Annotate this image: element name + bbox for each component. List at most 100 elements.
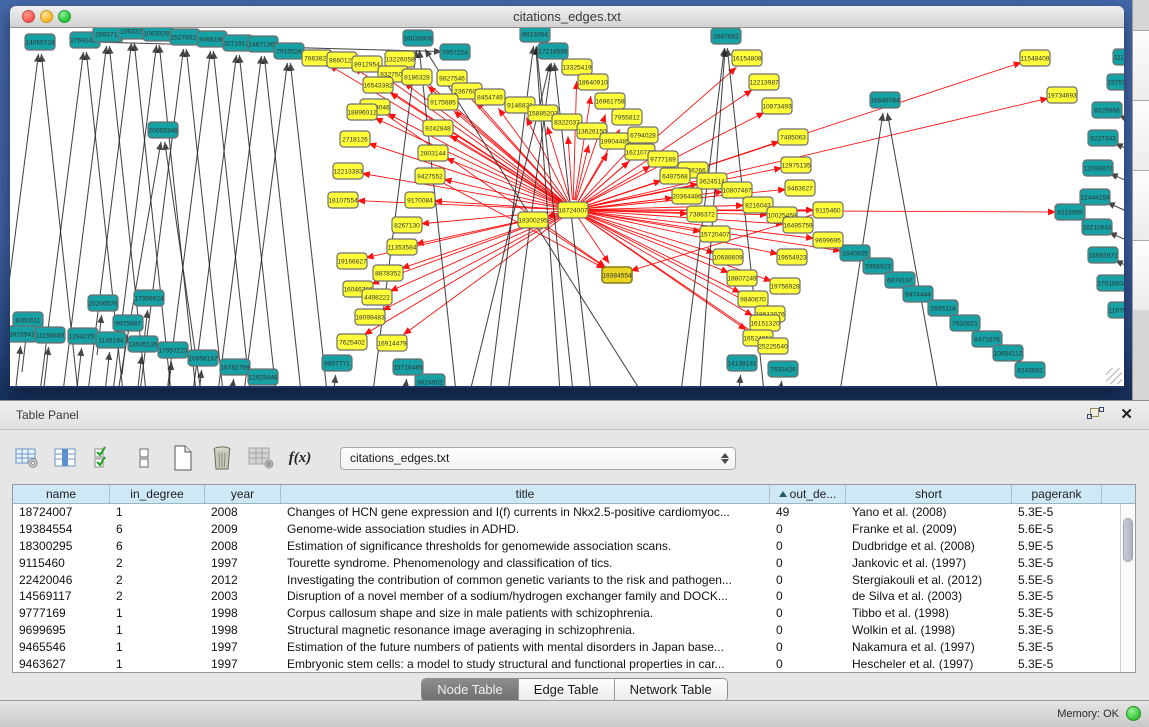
table-cell[interactable]: 5.3E-5 [1012,639,1102,656]
graph-node[interactable]: 9975887 [113,315,143,331]
graph-node[interactable]: 17016504 [1097,275,1124,291]
graph-node[interactable]: 7485063 [778,129,808,145]
table-cell[interactable]: 2 [110,572,205,589]
table-cell[interactable]: 0 [770,639,846,656]
table-cell[interactable]: 5.6E-5 [1012,521,1102,538]
graph-node[interactable]: 16033809 [403,30,433,46]
table-row[interactable]: 911546021997Tourette syndrome. Phenomeno… [13,555,1135,572]
table-cell[interactable]: 1 [110,622,205,639]
graph-node[interactable]: 16154808 [732,50,762,66]
table-cell[interactable]: 2008 [205,538,281,555]
column-header-in-degree[interactable]: in_degree [110,485,205,503]
graph-node[interactable]: 10807487 [722,182,752,198]
table-cell[interactable]: 5.9E-5 [1012,538,1102,555]
table-cell[interactable]: Disruption of a novel member of a sodium… [281,588,770,605]
graph-node[interactable]: 10958167 [188,350,218,366]
table-cell[interactable]: 1998 [205,622,281,639]
graph-node[interactable]: 25225540 [758,338,788,354]
graph-node[interactable]: 12923446 [248,369,278,385]
graph-node[interactable]: 9170084 [405,192,435,208]
graph-node[interactable]: 2718126 [340,131,370,147]
graph-node[interactable]: 19756928 [770,278,800,294]
graph-node[interactable]: 12975135 [781,157,811,173]
table-cell[interactable]: 9115460 [13,555,110,572]
graph-node[interactable]: 6794028 [628,127,658,143]
graph-node[interactable]: 16782759 [220,359,250,375]
table-cell[interactable]: 5.3E-5 [1012,588,1102,605]
graph-node[interactable]: 13505135 [128,336,158,352]
graph-node[interactable]: 11548408 [1020,50,1050,66]
network-window[interactable]: citations_edges.txt 18724007140557242769… [10,6,1124,388]
graph-node[interactable]: 11675345 [1108,302,1124,318]
graph-node[interactable]: 1145194 [96,332,126,348]
graph-node[interactable]: 2935114 [928,300,958,316]
float-panel-icon[interactable] [1087,407,1105,423]
graph-node[interactable]: 9227343 [1088,130,1118,146]
graph-node[interactable]: 16961758 [595,93,625,109]
graph-node[interactable]: 11156869 [35,327,65,343]
graph-node[interactable]: 17359924 [134,290,164,306]
table-select-dropdown[interactable]: citations_edges.txt [340,447,736,470]
table-cell[interactable]: 0 [770,538,846,555]
graph-node[interactable]: 15720407 [700,226,730,242]
graph-node[interactable]: 4498222 [362,289,392,305]
column-header-name[interactable]: name [13,485,110,503]
table-cell[interactable]: Stergiakouli et al. (2012) [846,572,1012,589]
table-row[interactable]: 1938455462009Genome-wide association stu… [13,521,1135,538]
graph-node[interactable]: 2887682 [711,28,741,44]
clear-selection-icon[interactable] [131,445,157,471]
table-row[interactable]: 1830029562008Estimation of significance … [13,538,1135,555]
graph-node[interactable]: 11353584 [387,239,417,255]
table-cell[interactable]: 1997 [205,656,281,672]
table-cell[interactable]: 1 [110,656,205,672]
table-cell[interactable]: 49 [770,504,846,521]
graph-node[interactable]: 9474444 [903,286,933,302]
graph-node[interactable]: 13226058 [385,51,415,67]
table-cell[interactable]: Tibbo et al. (1998) [846,605,1012,622]
table-cell[interactable]: 0 [770,605,846,622]
table-cell[interactable]: Wolkin et al. (1998) [846,622,1012,639]
graph-node[interactable]: 2803144 [418,145,448,161]
graph-node[interactable]: 7386372 [687,206,717,222]
graph-node-selected[interactable]: 19384554 [602,267,632,283]
table-cell[interactable]: 5.3E-5 [1012,605,1102,622]
network-window-titlebar[interactable]: citations_edges.txt [10,6,1124,28]
table-cell[interactable]: 5.3E-5 [1012,656,1102,672]
graph-node[interactable]: 18099483 [355,309,385,325]
graph-node[interactable]: 9329966 [1092,102,1122,118]
table-row[interactable]: 1872400712008Changes of HCN gene express… [13,504,1135,521]
graph-node[interactable]: 9840670 [738,291,768,307]
graph-node[interactable]: 7533426 [768,361,798,377]
table-cell[interactable]: Structural magnetic resonance image aver… [281,622,770,639]
graph-node[interactable]: 16151320 [750,315,780,331]
tab-network-table[interactable]: Network Table [615,679,727,701]
table-cell[interactable]: 9777169 [13,605,110,622]
graph-node[interactable]: 8878352 [373,265,403,281]
table-cell[interactable]: 6 [110,538,205,555]
table-cell[interactable]: 18300295 [13,538,110,555]
graph-node[interactable]: 12213383 [333,163,363,179]
graph-node[interactable]: 16210643 [1082,219,1112,235]
table-cell[interactable]: Yano et al. (2008) [846,504,1012,521]
table-cell[interactable]: 2 [110,555,205,572]
graph-node[interactable]: 17218586 [538,43,568,59]
graph-node[interactable]: 20053346 [148,122,178,138]
column-header-title[interactable]: title [281,485,770,503]
table-cell[interactable]: 22420046 [13,572,110,589]
graph-node[interactable]: 7915526 [274,43,304,59]
graph-node[interactable]: 9427552 [415,168,445,184]
column-header-short[interactable]: short [846,485,1012,503]
graph-node[interactable]: 10654112 [993,345,1023,361]
graph-node[interactable]: 20206576 [88,295,118,311]
graph-node[interactable]: 15692971 [1088,247,1118,263]
graph-node[interactable]: 16495759 [783,217,813,233]
table-cell[interactable]: 9699695 [13,622,110,639]
table-cell[interactable]: Estimation of significance thresholds fo… [281,538,770,555]
table-row[interactable]: 977716911998Corpus callosum shape and si… [13,605,1135,622]
graph-node[interactable]: 8186328 [402,69,432,85]
tab-node-table[interactable]: Node Table [422,679,519,701]
table-cell[interactable]: 5.5E-5 [1012,572,1102,589]
scrollbar-thumb[interactable] [1123,518,1133,562]
column-header-year[interactable]: year [205,485,281,503]
column-header-out-de-[interactable]: out_de... [770,485,846,503]
